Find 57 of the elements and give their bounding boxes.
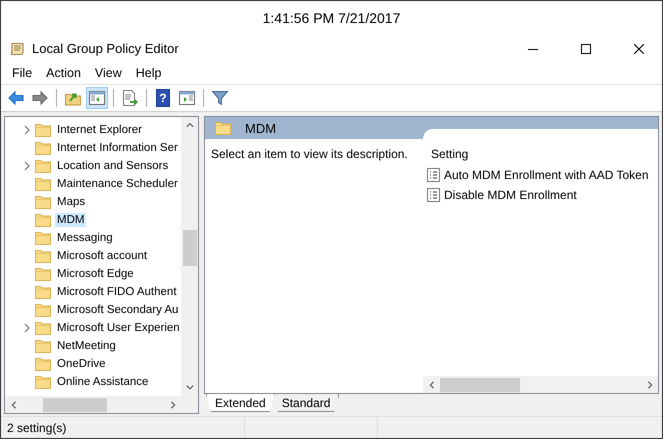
menu-item[interactable]: View — [88, 64, 129, 82]
scrollbar-thumb[interactable] — [43, 398, 107, 412]
scroll-icon — [9, 40, 25, 56]
tree-item[interactable]: Microsoft User Experien — [55, 321, 181, 335]
view-tab[interactable]: Extended — [206, 394, 275, 412]
expand-chevron-icon[interactable] — [24, 161, 30, 171]
tree-item[interactable]: NetMeeting — [55, 339, 118, 353]
description-text: Select an item to view its description. — [211, 147, 408, 161]
expand-chevron-icon[interactable] — [24, 125, 30, 135]
tree-item[interactable]: Maintenance Scheduler — [55, 177, 180, 191]
pane-icon[interactable] — [86, 87, 108, 109]
folder-icon — [35, 195, 51, 209]
tree-item[interactable]: Microsoft account — [55, 249, 150, 263]
folder-icon — [35, 285, 51, 299]
tree-item[interactable]: Internet Explorer — [55, 123, 144, 137]
folder-icon — [35, 159, 51, 173]
folder-icon — [35, 339, 51, 353]
folder-icon — [35, 213, 51, 227]
menu-item[interactable]: File — [5, 64, 40, 82]
setting-item[interactable]: Auto MDM Enrollment with AAD Token — [444, 168, 649, 182]
view-tab[interactable]: Standard — [272, 394, 340, 412]
folder-icon — [35, 321, 51, 335]
menu-item[interactable]: Action — [39, 64, 88, 82]
setting-item[interactable]: Disable MDM Enrollment — [444, 188, 577, 202]
folder-icon — [35, 123, 51, 137]
tree-item[interactable]: Online Assistance — [55, 375, 150, 389]
folder-icon — [35, 375, 51, 389]
tree-item[interactable]: MDM — [55, 213, 86, 227]
folder-icon — [35, 357, 51, 371]
folder-icon — [35, 177, 51, 191]
folder-icon — [35, 267, 51, 281]
setting-icon — [427, 168, 440, 182]
tree-item[interactable]: Microsoft Edge — [55, 267, 136, 281]
pane-header-title: MDM — [245, 120, 276, 136]
folder-icon — [35, 141, 51, 155]
expand-chevron-icon[interactable] — [24, 323, 30, 333]
setting-icon — [427, 188, 440, 202]
folder-icon — [35, 231, 51, 245]
clock-time: 1:41:56 PM 7/21/2017 — [262, 10, 400, 26]
window-title: Local Group Policy Editor — [32, 41, 180, 56]
status-text: 2 setting(s) — [7, 420, 66, 434]
folder-icon — [35, 303, 51, 317]
folder-icon — [215, 121, 231, 135]
tree-item[interactable]: Microsoft Secondary Au — [55, 303, 180, 317]
menu-item[interactable]: Help — [128, 64, 168, 82]
tree-item[interactable]: OneDrive — [55, 357, 108, 371]
tree-item[interactable]: Microsoft FIDO Authent — [55, 285, 179, 299]
tree-item[interactable]: Internet Information Ser — [55, 141, 180, 155]
tree-item[interactable]: Location and Sensors — [55, 159, 170, 173]
scrollbar-thumb[interactable] — [440, 378, 520, 392]
column-header[interactable]: Setting — [431, 147, 468, 161]
tree-item[interactable]: Maps — [55, 195, 88, 209]
tree-item[interactable]: Messaging — [55, 231, 115, 245]
maximize-icon[interactable] — [581, 44, 591, 54]
close-icon[interactable] — [634, 44, 644, 54]
scrollbar-thumb[interactable] — [182, 230, 196, 266]
folder-icon — [35, 249, 51, 263]
